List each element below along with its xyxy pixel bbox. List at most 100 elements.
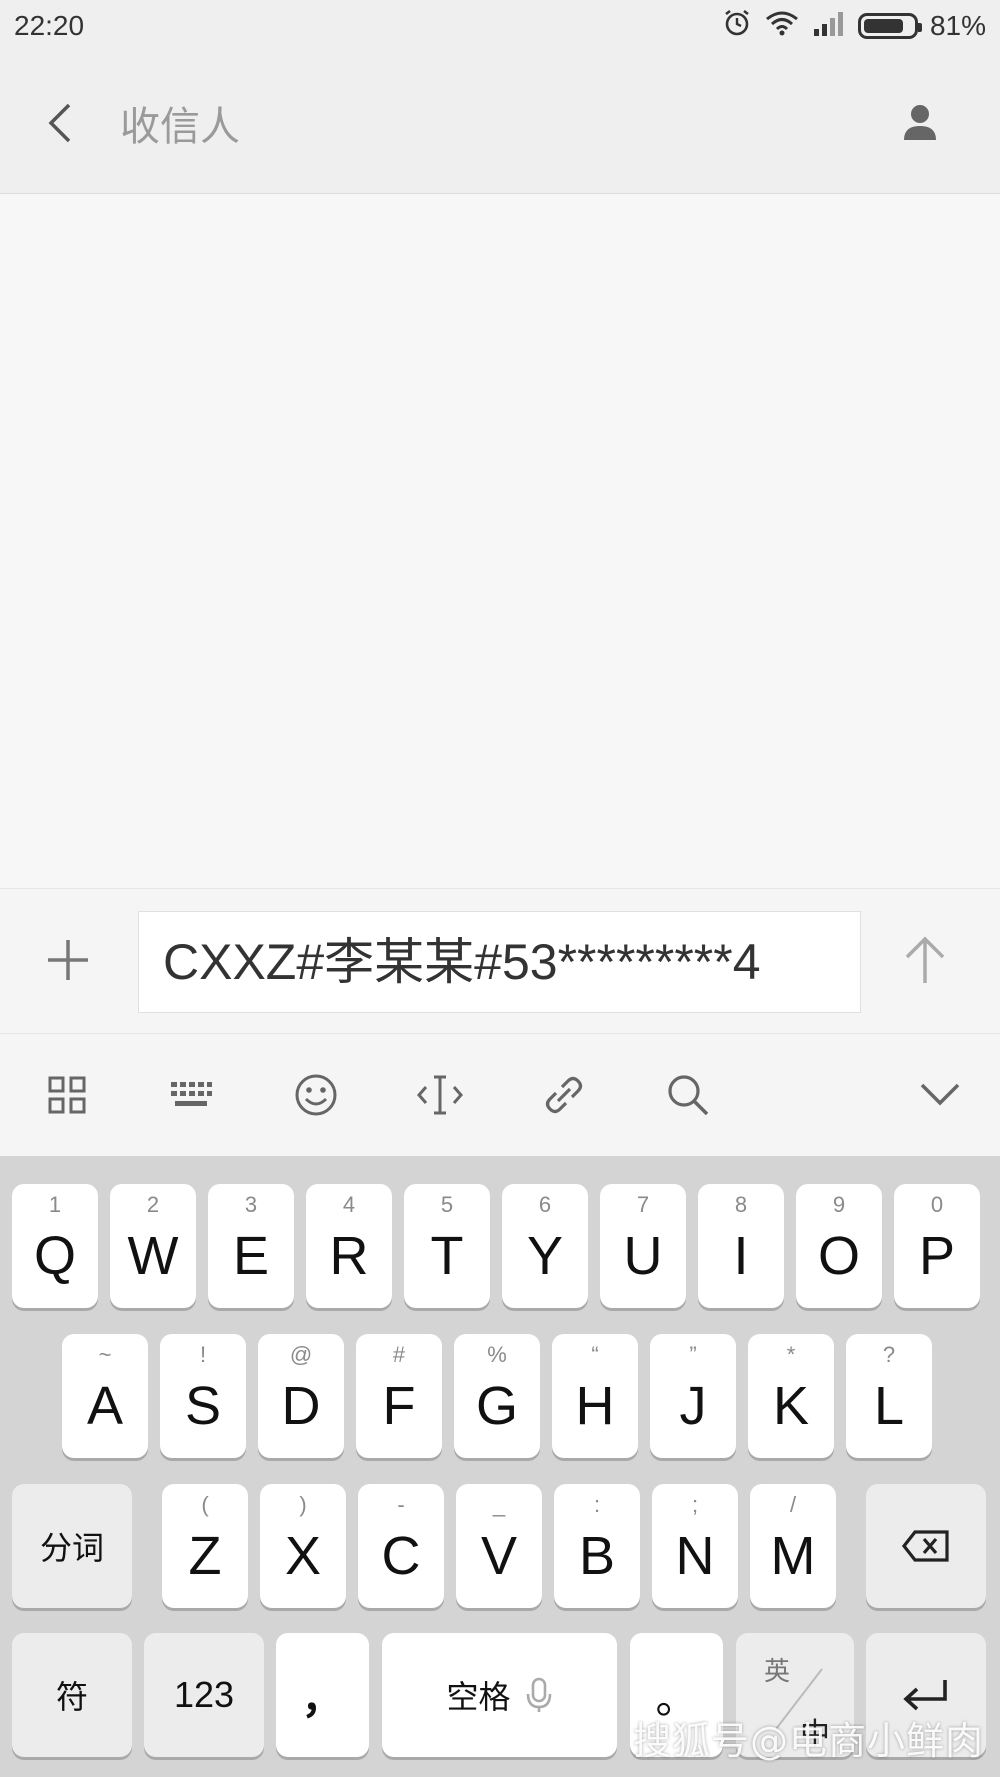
key-o[interactable]: 9O	[796, 1184, 882, 1308]
key-h[interactable]: “H	[552, 1334, 638, 1458]
symbols-key[interactable]: 符	[12, 1633, 132, 1757]
key-x[interactable]: ) X	[260, 1484, 346, 1608]
key-hint: -	[397, 1492, 405, 1517]
key-hint: )	[299, 1492, 307, 1517]
compose-bar: CXXZ#李某某#53*********4	[0, 888, 1000, 1034]
key-hint: 7	[636, 1192, 650, 1217]
key-f[interactable]: # F	[356, 1334, 442, 1458]
key-j[interactable]: ” J	[650, 1334, 736, 1458]
key-label: B	[578, 1526, 616, 1586]
key-s[interactable]: ! S	[160, 1334, 246, 1458]
key-label: U	[623, 1226, 663, 1286]
key-hint: 3	[244, 1192, 258, 1217]
key-e[interactable]: 3E	[208, 1184, 294, 1308]
key-y[interactable]: 6Y	[502, 1184, 588, 1308]
apps-button[interactable]	[36, 1064, 98, 1126]
arrow-up-icon	[905, 936, 945, 983]
key-d[interactable]: @ D	[258, 1334, 344, 1458]
keyboard-switch-button[interactable]	[160, 1064, 222, 1126]
key-label: Y	[526, 1226, 564, 1286]
grid-icon	[48, 1076, 86, 1114]
emoji-button[interactable]	[285, 1064, 347, 1126]
key-u[interactable]: 7U	[600, 1184, 686, 1308]
recipient-title[interactable]: 收信人	[120, 94, 240, 152]
key-w[interactable]: 2W	[110, 1184, 196, 1308]
key-label: J	[679, 1376, 707, 1436]
key-c[interactable]: -C	[358, 1484, 444, 1608]
numbers-key[interactable]: 123	[144, 1633, 264, 1757]
watermark: 搜狐号@电商小鲜肉	[632, 1719, 984, 1763]
message-input[interactable]: CXXZ#李某某#53*********4	[138, 911, 861, 1013]
key-q[interactable]: 1Q	[12, 1184, 98, 1308]
message-area	[0, 194, 1000, 888]
key-hint: 1	[48, 1192, 62, 1217]
key-label: T	[430, 1226, 464, 1286]
key-i[interactable]: 8I	[698, 1184, 784, 1308]
keyboard-toolbar	[0, 1034, 1000, 1156]
key-hint: #	[392, 1342, 406, 1367]
key-label: F	[382, 1376, 416, 1436]
microphone-icon	[526, 1677, 551, 1712]
key-a[interactable]: ~ A	[62, 1334, 148, 1458]
key-label: X	[284, 1526, 322, 1586]
enter-icon	[903, 1680, 947, 1711]
comma-key[interactable]: ，	[276, 1633, 369, 1757]
key-label: C	[381, 1526, 421, 1586]
key-label: L	[873, 1376, 905, 1436]
chevron-down-icon	[920, 1083, 960, 1106]
key-hint: ~	[98, 1342, 112, 1367]
key-label: N	[675, 1526, 715, 1586]
key-hint: !	[199, 1342, 207, 1367]
search-button[interactable]	[657, 1064, 719, 1126]
chevron-left-icon	[48, 103, 71, 142]
back-button[interactable]	[10, 73, 110, 173]
key-l[interactable]: ? L	[846, 1334, 932, 1458]
key-k[interactable]: * K	[748, 1334, 834, 1458]
key-n[interactable]: ; N	[652, 1484, 738, 1608]
cursor-button[interactable]	[409, 1064, 471, 1126]
key-label: D	[281, 1376, 321, 1436]
key-z[interactable]: (Z	[162, 1484, 248, 1608]
segment-key[interactable]: 分词	[12, 1484, 132, 1608]
key-p[interactable]: 0P	[894, 1184, 980, 1308]
cursor-icon	[417, 1075, 463, 1115]
key-label: G	[475, 1376, 518, 1436]
key-label: S	[184, 1376, 222, 1436]
keyboard-icon	[171, 1082, 212, 1106]
attach-button[interactable]	[38, 925, 98, 995]
contact-button[interactable]	[880, 82, 960, 162]
key-m[interactable]: / M	[750, 1484, 836, 1608]
key-t[interactable]: 5T	[404, 1184, 490, 1308]
key-label: E	[232, 1226, 270, 1286]
key-hint: (	[201, 1492, 209, 1517]
hide-keyboard-button[interactable]	[909, 1064, 971, 1126]
key-label: I	[733, 1226, 749, 1286]
person-icon	[904, 105, 936, 140]
key-label: R	[329, 1226, 369, 1286]
key-label: A	[86, 1376, 124, 1436]
key-label: P	[918, 1226, 956, 1286]
status-time: 22:20	[14, 10, 85, 41]
link-button[interactable]	[533, 1064, 595, 1126]
key-hint: %	[487, 1342, 507, 1367]
key-hint: ?	[882, 1342, 896, 1367]
key-v[interactable]: _ V	[456, 1484, 542, 1608]
key-r[interactable]: 4R	[306, 1184, 392, 1308]
battery-percent: 81%	[929, 10, 986, 41]
backspace-key[interactable]	[866, 1484, 986, 1608]
key-label: O	[817, 1226, 860, 1286]
key-label: V	[480, 1526, 518, 1586]
status-icons: 81%	[722, 8, 986, 45]
status-bar: 22:20 81%	[0, 0, 1000, 52]
key-hint: 2	[146, 1192, 160, 1217]
key-g[interactable]: % G	[454, 1334, 540, 1458]
plus-icon	[48, 940, 88, 980]
key-hint: 9	[832, 1192, 846, 1217]
send-button[interactable]	[890, 925, 960, 995]
key-b[interactable]: :B	[554, 1484, 640, 1608]
space-key[interactable]: 空格	[382, 1633, 617, 1757]
key-hint: ;	[691, 1492, 699, 1517]
key-label: K	[772, 1376, 810, 1436]
wifi-icon	[764, 8, 800, 45]
backspace-icon	[901, 1530, 949, 1562]
